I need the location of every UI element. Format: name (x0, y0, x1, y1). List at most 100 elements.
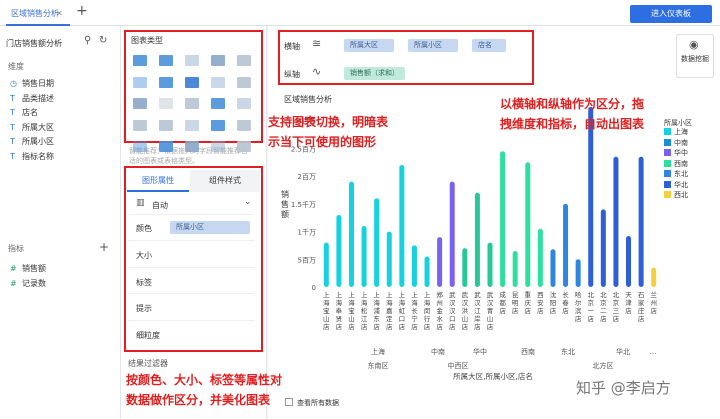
view-all-checkbox[interactable] (285, 398, 293, 406)
chart-type-option[interactable] (185, 141, 199, 152)
legend-item[interactable]: 中南 (664, 138, 688, 148)
x-axis-label: 横轴 (284, 42, 300, 51)
bar[interactable] (626, 236, 632, 287)
legend-item[interactable]: 华中 (664, 148, 688, 158)
bar[interactable] (462, 248, 468, 287)
bar[interactable] (525, 162, 531, 287)
x-axis-chart-icon[interactable]: ≊ (312, 37, 321, 50)
chart-type-option[interactable] (211, 76, 225, 88)
chart-type-option[interactable] (159, 76, 173, 88)
bar[interactable] (424, 256, 430, 287)
chart-type-option[interactable] (159, 55, 173, 66)
chart-type-option[interactable] (133, 55, 147, 66)
dimension-field[interactable]: T 指标名称 (10, 151, 54, 162)
tab-title: 区域销售分析 (11, 9, 59, 18)
bar[interactable] (437, 237, 443, 287)
chart-type-option[interactable] (237, 55, 251, 66)
chart-type-option[interactable] (159, 119, 173, 131)
bar[interactable] (374, 198, 380, 287)
bar[interactable] (600, 209, 606, 287)
x-axis-chip[interactable]: 店名 (472, 39, 506, 52)
bar[interactable] (399, 165, 405, 287)
divider (128, 240, 254, 241)
add-tab-icon[interactable]: + (76, 3, 88, 19)
chevron-down-icon[interactable]: ⌄ (244, 197, 252, 207)
chart-type-option[interactable] (185, 98, 199, 109)
bar[interactable] (638, 156, 644, 287)
chart-type-option[interactable] (211, 55, 225, 66)
x-tick-label: 宝 (323, 306, 330, 315)
chart-type-option[interactable] (133, 141, 147, 152)
dimension-field[interactable]: ◷ 销售日期 (10, 78, 54, 89)
property-2[interactable]: 提示 (136, 303, 152, 314)
chart-type-option[interactable] (237, 76, 251, 88)
enter-dashboard-button[interactable]: 进入仪表板 (630, 5, 712, 23)
x-tick-label: 上 (361, 290, 368, 299)
bar[interactable] (474, 192, 480, 287)
color-field-chip[interactable]: 所属小区 (170, 221, 250, 234)
bar[interactable] (537, 228, 543, 287)
legend-item[interactable]: 华北 (664, 180, 688, 190)
property-1[interactable]: 标签 (136, 277, 152, 288)
dimension-field[interactable]: T 所属大区 (10, 122, 54, 133)
chart-type-option[interactable] (237, 119, 251, 131)
chart-type-option[interactable] (159, 141, 173, 152)
tab-graph-properties[interactable]: 图形属性 (127, 170, 189, 192)
metric-field[interactable]: # 销售额 (10, 263, 46, 274)
search-icon[interactable]: ⚲ (84, 35, 91, 46)
x-tick-label: 店 (525, 306, 532, 315)
dimension-field[interactable]: T 所属小区 (10, 136, 54, 147)
chart-type-option[interactable] (185, 55, 199, 66)
dimension-field[interactable]: T 品类描述 (10, 93, 54, 104)
chart-type-option[interactable] (211, 98, 225, 109)
x-tick-label: 虹 (399, 306, 406, 315)
chart-type-option[interactable] (237, 98, 251, 109)
x-tick-label: 武 (474, 290, 481, 299)
refresh-icon[interactable]: ↻ (99, 35, 107, 46)
bar[interactable] (336, 214, 342, 287)
x-tick-label: 石 (638, 291, 645, 299)
divider (128, 293, 254, 294)
close-icon[interactable]: ✕ (56, 9, 63, 18)
y-axis-chip[interactable]: 销售额（求和） (344, 67, 405, 80)
bar[interactable] (613, 156, 619, 287)
bar[interactable] (563, 203, 569, 287)
chart-type-option[interactable] (133, 119, 147, 131)
x-axis-chip[interactable]: 所属小区 (408, 39, 458, 52)
x-axis-chip[interactable]: 所属大区 (344, 39, 394, 52)
bar[interactable] (361, 226, 367, 287)
bar[interactable] (487, 242, 493, 287)
chart-type-option[interactable] (211, 119, 225, 131)
property-3[interactable]: 细粒度 (136, 330, 160, 341)
bar[interactable] (323, 242, 329, 287)
metric-field[interactable]: # 记录数 (10, 278, 46, 289)
bar[interactable] (651, 267, 657, 287)
chart-type-option[interactable] (133, 98, 147, 109)
legend-item[interactable]: 上海 (664, 127, 688, 137)
chart-type-option[interactable] (185, 119, 199, 131)
bar[interactable] (411, 245, 417, 287)
y-axis-chart-icon[interactable]: ∿ (312, 65, 321, 78)
bar[interactable] (348, 181, 354, 287)
legend-item[interactable]: 西北 (664, 190, 688, 200)
data-mining-label: 数据挖掘 (681, 55, 709, 63)
chart-type-option[interactable] (185, 76, 199, 88)
bar[interactable] (575, 259, 581, 287)
bar[interactable] (512, 250, 518, 287)
add-metric-icon[interactable]: + (99, 240, 109, 254)
x-tick-label: 海 (399, 298, 406, 307)
bar[interactable] (500, 151, 506, 287)
chart-type-option[interactable] (211, 141, 225, 152)
dimension-field[interactable]: T 店名 (10, 107, 38, 118)
chart-type-option[interactable] (133, 76, 147, 88)
legend-item[interactable]: 东北 (664, 169, 688, 179)
tab-component-style[interactable]: 组件样式 (190, 170, 260, 192)
property-0[interactable]: 大小 (136, 250, 152, 261)
bar[interactable] (550, 249, 556, 287)
legend-item[interactable]: 西南 (664, 159, 688, 169)
chart-type-option[interactable] (159, 98, 173, 109)
bar[interactable] (386, 231, 392, 287)
chart-mode-select[interactable]: 自动 (152, 200, 168, 211)
chart-type-option[interactable] (237, 141, 251, 152)
bar[interactable] (449, 181, 455, 287)
